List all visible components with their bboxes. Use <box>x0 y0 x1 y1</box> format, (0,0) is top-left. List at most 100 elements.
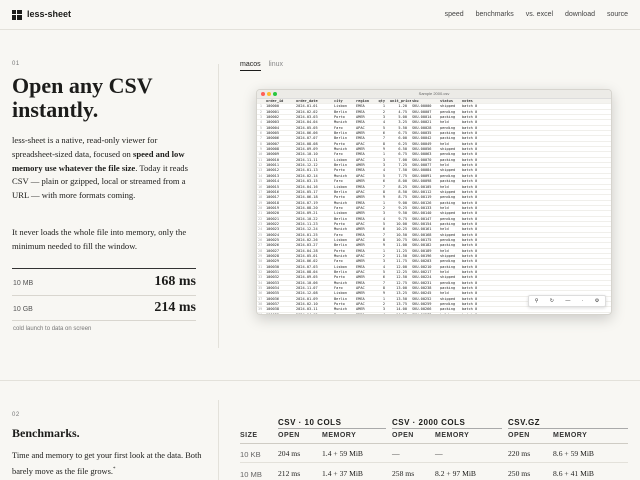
grid-column-header[interactable]: city <box>333 99 355 103</box>
grid-cell: packing <box>440 221 456 226</box>
grid-column-header[interactable]: order_id <box>265 99 295 103</box>
grid-cell: pending <box>440 237 456 242</box>
grid-row-number: 33 <box>258 275 263 280</box>
stats-divider <box>12 268 196 269</box>
grid-row-number: 22 <box>258 216 263 221</box>
grid-cell: 2024-05-05 <box>296 125 318 130</box>
grid-cell: Munich <box>334 253 347 258</box>
table-header-memory: MEMORY <box>435 432 470 439</box>
grid-cell: 100002 <box>266 115 279 120</box>
grid-column-header[interactable]: sku <box>411 99 439 103</box>
stats-divider <box>12 295 196 296</box>
nav-link-source[interactable]: source <box>607 11 628 18</box>
grid-cell: 2024-08-04 <box>296 270 318 274</box>
grid-row-number: 1 <box>259 104 262 109</box>
grid-cell: 100039 <box>266 312 279 315</box>
more-icon[interactable]: · <box>582 298 584 304</box>
grid-cell: batch 0 <box>462 237 478 242</box>
grid-cell: EMEA <box>356 168 365 173</box>
grid-cell: 1 <box>382 248 385 253</box>
nav-link-speed[interactable]: speed <box>445 11 464 18</box>
nav-link-download[interactable]: download <box>565 11 595 18</box>
grid-cell: 100021 <box>266 216 279 221</box>
group-rule <box>508 428 628 429</box>
grid-cell: SKU-00140 <box>412 211 432 216</box>
grid-cell: 100003 <box>266 120 279 125</box>
tab-linux[interactable]: linux <box>269 61 283 71</box>
grid-cell: 2024-12-24 <box>296 227 318 232</box>
grid-cell: 10.00 <box>396 221 407 226</box>
grid-cell: SKU-00203 <box>412 259 432 264</box>
grid-cell: 3 <box>382 211 385 216</box>
grid-cell: 13.00 <box>396 286 407 291</box>
grid-cell: Berlin <box>334 163 347 168</box>
refresh-icon[interactable]: ↻ <box>550 298 554 304</box>
zoom-out-icon[interactable]: — <box>565 298 570 304</box>
grid-column-header[interactable]: status <box>439 99 461 103</box>
grid-cell: batch 0 <box>462 157 478 162</box>
grid-cell: 6 <box>382 227 385 232</box>
grid-row-number: 9 <box>259 147 262 152</box>
grid-cell: 100028 <box>266 253 279 258</box>
table-cell: 1.4 + 59 MiB <box>322 449 363 458</box>
grid-column-header[interactable]: region <box>355 99 375 103</box>
nav-link-vs-excel[interactable]: vs. excel <box>526 11 553 18</box>
grid-cell: 12.50 <box>396 275 407 280</box>
grid-column-header[interactable]: qty <box>375 99 389 103</box>
grid-column-header[interactable]: order_date <box>295 99 333 103</box>
grid-row-number: 32 <box>258 270 263 274</box>
grid-cell: EMEA <box>356 280 365 285</box>
grid-cell: batch 0 <box>462 163 478 168</box>
grid-cell: 7 <box>382 232 385 237</box>
data-grid[interactable]: order_id order_date city region qty unit_pric… <box>257 99 611 315</box>
grid-cell: batch 0 <box>462 280 478 285</box>
grid-column-header[interactable]: unit_price <box>389 99 411 103</box>
grid-cell: 100010 <box>266 157 279 162</box>
grid-cell: 8.25 <box>398 184 407 189</box>
grid-row-number: 3 <box>259 115 262 120</box>
grid-cell: EMEA <box>356 136 365 141</box>
table-cell: 10 MB <box>240 470 262 479</box>
settings-icon[interactable]: ⚙ <box>595 298 599 304</box>
grid-cell: batch 0 <box>462 136 478 141</box>
grid-cell: Berlin <box>334 243 347 248</box>
table-cell: 8.2 + 97 MiB <box>435 469 476 478</box>
search-icon[interactable]: ⚲ <box>535 298 539 304</box>
grid-cell: SKU-00007 <box>412 109 432 114</box>
grid-cell: 6 <box>382 275 385 280</box>
grid-cell: 100033 <box>266 280 279 285</box>
grid-row-number: 21 <box>258 211 263 216</box>
grid-cell: batch 0 <box>462 296 478 301</box>
grid-cell: 5 <box>382 221 385 226</box>
grid-cell: 100013 <box>266 173 279 178</box>
grid-cell: packing <box>440 307 456 312</box>
grid-cell: 100011 <box>266 163 279 168</box>
grid-cell: Porto <box>334 115 345 120</box>
grid-cell: AMER <box>356 227 365 232</box>
grid-cell: 14.00 <box>396 307 407 312</box>
grid-cell: shipped <box>440 189 456 194</box>
section-number: 01 <box>12 61 20 67</box>
grid-column-header[interactable]: notes <box>461 99 489 103</box>
nav-link-benchmarks[interactable]: benchmarks <box>476 11 514 18</box>
grid-row[interactable]: 40 100039 2024-04-12 Faro EMEA 4 14.25 SKU-0027… <box>257 312 611 315</box>
tab-macos[interactable]: macos <box>240 61 261 71</box>
grid-cell: AMER <box>356 259 365 264</box>
grid-cell: SKU-00217 <box>412 270 432 274</box>
nav-links: speed benchmarks vs. excel download sour… <box>445 11 628 18</box>
grid-cell: 7.75 <box>398 173 407 178</box>
grid-cell: 2 <box>382 253 385 258</box>
grid-cell: 1 <box>382 200 385 205</box>
group-rule <box>392 428 502 429</box>
grid-cell: EMEA <box>356 109 365 114</box>
footnote-mark[interactable]: * <box>113 467 116 472</box>
brand-name[interactable]: less-sheet <box>27 9 71 19</box>
table-cell: 220 ms <box>508 449 531 458</box>
grid-cell: SKU-00028 <box>412 125 432 130</box>
grid-cell: 2024-06-18 <box>296 195 318 200</box>
grid-cell: 100007 <box>266 141 279 146</box>
grid-cell: SKU-00105 <box>412 184 432 189</box>
grid-cell: batch 0 <box>462 173 478 178</box>
benchmarks-description: Time and memory to get your first look a… <box>12 449 212 479</box>
grid-cell: SKU-00245 <box>412 291 432 296</box>
